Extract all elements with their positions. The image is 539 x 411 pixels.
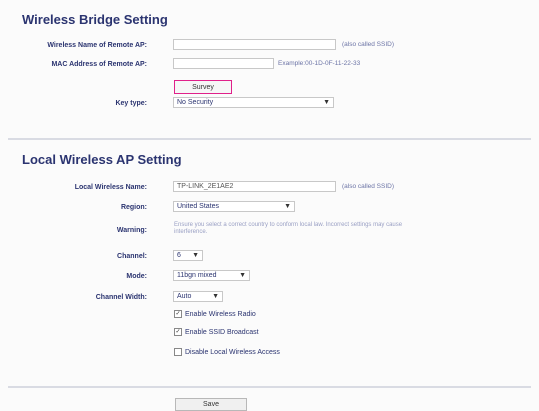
- save-button[interactable]: Save: [175, 398, 247, 411]
- chevron-down-icon: ▼: [212, 293, 219, 300]
- checkbox-checked-icon: ✓: [174, 328, 182, 336]
- chevron-down-icon: ▼: [323, 99, 330, 106]
- enable-ssid-broadcast-checkbox[interactable]: ✓ Enable SSID Broadcast: [174, 328, 259, 336]
- remote-ssid-input[interactable]: [173, 39, 336, 50]
- remote-ssid-note: (also called SSID): [342, 41, 395, 48]
- channel-width-value: Auto: [177, 293, 192, 300]
- region-select[interactable]: United States ▼: [173, 201, 295, 212]
- channel-select[interactable]: 6 ▼: [173, 250, 203, 261]
- local-section-title: Local Wireless AP Setting: [22, 152, 182, 167]
- key-type-select[interactable]: No Security ▼: [173, 97, 334, 108]
- checkbox-label: Enable Wireless Radio: [185, 310, 256, 318]
- region-label: Region:: [120, 204, 147, 211]
- key-type-label: Key type:: [115, 100, 147, 107]
- channel-width-label: Channel Width:: [95, 294, 147, 301]
- mode-select[interactable]: 11bgn mixed ▼: [173, 270, 250, 281]
- checkbox-label: Disable Local Wireless Access: [185, 348, 280, 356]
- remote-ssid-label: Wireless Name of Remote AP:: [47, 42, 147, 49]
- chevron-down-icon: ▼: [284, 203, 291, 210]
- mode-label: Mode:: [126, 273, 147, 280]
- bridge-section-title: Wireless Bridge Setting: [22, 12, 168, 27]
- checkbox-label: Enable SSID Broadcast: [185, 328, 259, 336]
- local-name-note: (also called SSID): [342, 183, 395, 190]
- warning-label: Warning:: [116, 227, 147, 234]
- remote-mac-label: MAC Address of Remote AP:: [51, 61, 147, 68]
- checkbox-checked-icon: ✓: [174, 310, 182, 318]
- survey-button[interactable]: Survey: [174, 80, 232, 94]
- mode-value: 11bgn mixed: [177, 272, 217, 279]
- region-value: United States: [177, 203, 220, 210]
- footer-divider: [8, 386, 531, 388]
- chevron-down-icon: ▼: [192, 252, 199, 259]
- warning-text: Ensure you select a correct country to c…: [174, 222, 403, 235]
- remote-mac-note: Example:00-1D-0F-11-22-33: [278, 60, 361, 67]
- local-name-input[interactable]: TP-LINK_2E1AE2: [173, 181, 336, 192]
- channel-label: Channel:: [117, 253, 147, 260]
- disable-local-wireless-checkbox[interactable]: Disable Local Wireless Access: [174, 348, 280, 356]
- channel-value: 6: [177, 252, 181, 259]
- checkbox-unchecked-icon: [174, 348, 182, 356]
- enable-wireless-radio-checkbox[interactable]: ✓ Enable Wireless Radio: [174, 310, 256, 318]
- section-divider: [8, 138, 531, 140]
- key-type-value: No Security: [177, 99, 214, 106]
- chevron-down-icon: ▼: [239, 272, 246, 279]
- channel-width-select[interactable]: Auto ▼: [173, 291, 223, 302]
- remote-mac-input[interactable]: [173, 58, 274, 69]
- local-name-label: Local Wireless Name:: [74, 184, 147, 191]
